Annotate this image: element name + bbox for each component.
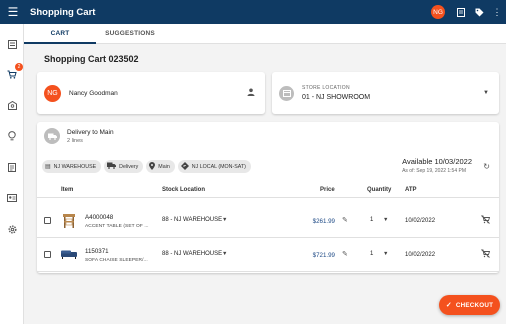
product-thumbnail	[61, 213, 77, 229]
chip-label: Delivery	[119, 163, 139, 170]
stock-location-value[interactable]: 88 - NJ WAREHOUSE	[162, 217, 222, 223]
chip-address[interactable]: Main	[146, 160, 175, 173]
edit-pencil-icon[interactable]: ✎	[342, 250, 348, 258]
cart-icon[interactable]: 2	[5, 63, 23, 81]
delivery-line-count: 2 lines	[67, 138, 83, 144]
contact-card-icon[interactable]	[5, 191, 19, 205]
cart-badge: 2	[15, 63, 23, 71]
chevron-down-icon[interactable]: ▼	[383, 217, 388, 223]
store-search-icon[interactable]	[5, 98, 19, 112]
chip-label: NJ LOCAL (MON-SAT)	[191, 163, 246, 170]
settings-icon[interactable]	[5, 222, 19, 236]
header-stock-location: Stock Location	[162, 187, 206, 193]
item-sku: 1150371	[85, 248, 109, 255]
row-checkbox[interactable]	[44, 217, 51, 224]
product-thumbnail	[61, 247, 77, 263]
store-location-value: 01 - NJ SHOWROOM	[302, 94, 371, 101]
dashboard-icon[interactable]	[5, 37, 19, 51]
lightbulb-icon[interactable]	[5, 129, 19, 143]
table-row: 1150371 SOFA CHAISE SLEEPER/... 88 - NJ …	[37, 239, 499, 272]
truck-icon	[107, 162, 117, 171]
row-checkbox[interactable]	[44, 251, 51, 258]
tab-cart[interactable]: CART	[24, 24, 96, 44]
chevron-down-icon[interactable]: ▼	[222, 217, 227, 223]
more-vert-icon[interactable]: ⋮	[488, 0, 506, 24]
checkout-label: CHECKOUT	[455, 301, 494, 309]
app-bar: ☰ Shopping Cart NG ⋮	[0, 0, 506, 24]
item-description: SOFA CHAISE SLEEPER/...	[85, 258, 148, 263]
receipt-icon[interactable]	[452, 0, 470, 24]
header-item: Item	[61, 187, 74, 193]
delivery-card: Delivery to Main 2 lines ▤ NJ WAREHOUSE …	[37, 122, 499, 273]
tab-bar: CART SUGGESTIONS	[24, 24, 506, 44]
as-of-timestamp: As of: Sep 19, 2022 1:54 PM	[402, 168, 467, 174]
customer-card[interactable]: NG Nancy Goodman	[37, 72, 265, 114]
customer-name: Nancy Goodman	[69, 89, 118, 97]
chip-warehouse[interactable]: ▤ NJ WAREHOUSE	[42, 160, 102, 173]
chevron-down-icon[interactable]: ▼	[222, 251, 227, 257]
nav-rail: 2	[0, 24, 24, 324]
page-title: Shopping Cart 023502	[44, 54, 139, 64]
edit-pencil-icon[interactable]: ✎	[342, 216, 348, 224]
remove-from-cart-icon[interactable]	[481, 249, 491, 260]
direction-icon	[180, 161, 189, 172]
header-price: Price	[320, 187, 335, 193]
availability: Available 10/03/2022 As of: Sep 19, 2022…	[402, 157, 472, 174]
user-avatar[interactable]: NG	[431, 5, 445, 19]
delivery-title: Delivery to Main	[67, 129, 114, 136]
atp-date: 10/02/2022	[405, 218, 436, 224]
header-quantity: Quantity	[367, 187, 392, 193]
customer-avatar: NG	[44, 84, 61, 102]
checkmark-icon: ✓	[445, 302, 452, 309]
item-price: $721.99	[312, 252, 335, 259]
menu-icon[interactable]: ☰	[2, 0, 24, 24]
item-price: $261.99	[312, 218, 335, 225]
available-date: Available 10/03/2022	[402, 157, 472, 166]
remove-from-cart-icon[interactable]	[481, 215, 491, 226]
tab-suggestions[interactable]: SUGGESTIONS	[96, 24, 164, 43]
delivery-chips: ▤ NJ WAREHOUSE Delivery Main NJ LOCAL (M…	[42, 160, 251, 173]
atp-date: 10/02/2022	[405, 252, 436, 258]
header-atp: ATP	[405, 187, 417, 193]
chip-label: NJ WAREHOUSE	[53, 163, 97, 170]
chevron-down-icon[interactable]: ▼	[483, 90, 489, 96]
store-location-label: STORE LOCATION	[302, 85, 350, 91]
chip-label: Main	[158, 163, 170, 170]
chip-route[interactable]: NJ LOCAL (MON-SAT)	[177, 160, 251, 173]
checkout-button[interactable]: ✓ CHECKOUT	[439, 295, 500, 315]
quantity-select[interactable]: 1	[370, 251, 373, 257]
person-icon[interactable]	[247, 88, 255, 98]
chevron-down-icon[interactable]: ▼	[383, 251, 388, 257]
item-description: ACCENT TABLE (SET OF ...	[85, 224, 149, 229]
refresh-icon[interactable]: ↻	[483, 162, 490, 171]
tag-icon[interactable]	[470, 0, 488, 24]
store-icon	[279, 85, 294, 101]
orders-icon[interactable]	[5, 160, 19, 174]
table-header: Item Stock Location Price Quantity ATP	[37, 184, 499, 198]
warehouse-icon: ▤	[45, 164, 51, 170]
location-pin-icon	[149, 161, 156, 172]
truck-icon	[44, 128, 60, 144]
quantity-select[interactable]: 1	[370, 217, 373, 223]
table-row: A4000048 ACCENT TABLE (SET OF ... 88 - N…	[37, 205, 499, 238]
store-location-select[interactable]: STORE LOCATION 01 - NJ SHOWROOM ▼	[272, 72, 499, 114]
stock-location-value[interactable]: 88 - NJ WAREHOUSE	[162, 251, 222, 257]
app-title: Shopping Cart	[30, 6, 96, 18]
item-sku: A4000048	[85, 214, 114, 221]
chip-delivery[interactable]: Delivery	[104, 160, 144, 173]
